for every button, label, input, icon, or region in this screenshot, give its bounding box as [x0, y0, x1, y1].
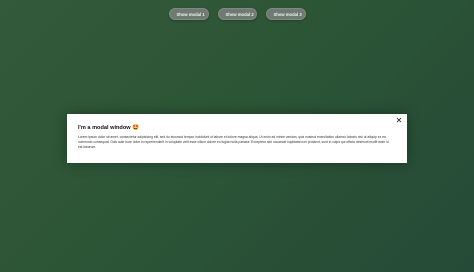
modal-body-text: Lorem ipsum dolor sit amet, consectetur …: [78, 135, 389, 149]
modal-title: I'm a modal window 🤩: [78, 125, 140, 131]
modal-window: ✕ I'm a modal window 🤩 Lorem ipsum dolor…: [67, 114, 407, 163]
close-icon[interactable]: ✕: [395, 117, 403, 125]
show-modal-1-button[interactable]: Show modal 1: [168, 8, 209, 20]
show-modal-3-button[interactable]: Show modal 3: [265, 8, 306, 20]
show-modal-2-button[interactable]: Show modal 2: [217, 8, 257, 20]
button-bar: Show modal 1 Show modal 2 Show modal 3: [0, 8, 474, 20]
